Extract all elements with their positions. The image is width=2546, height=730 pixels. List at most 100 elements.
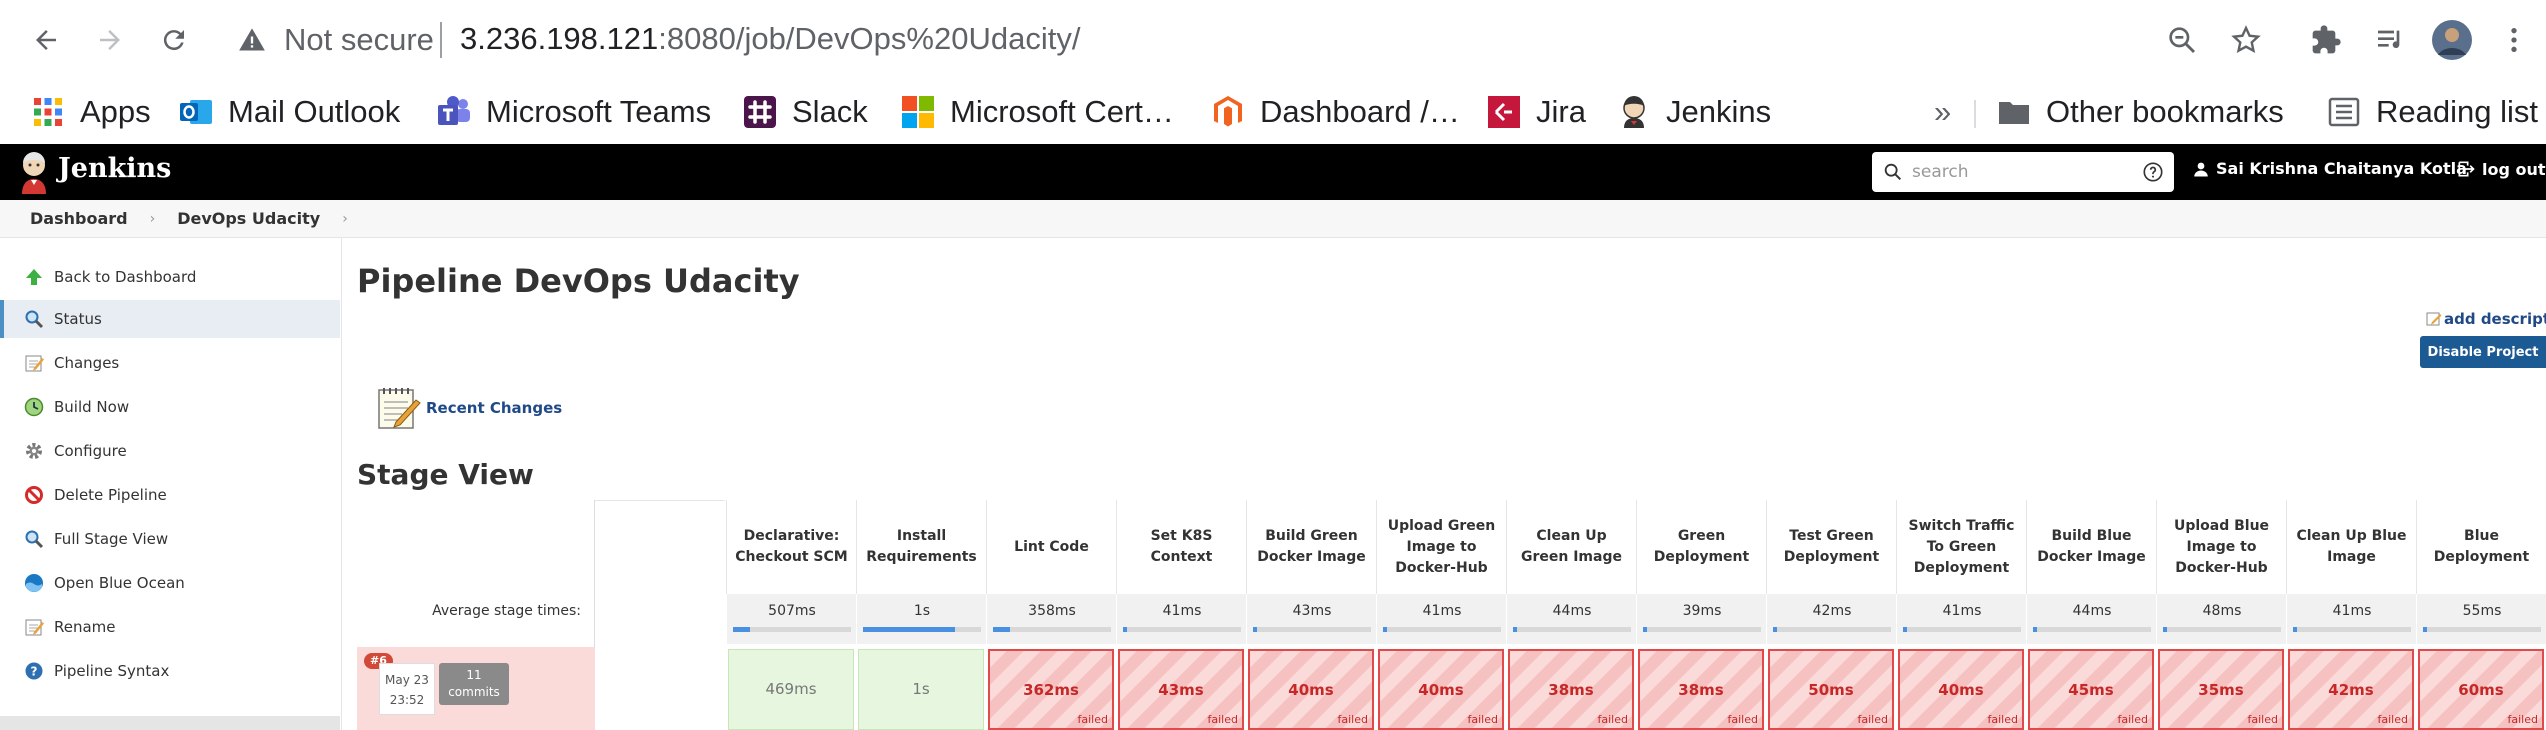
task-configure[interactable]: Configure: [0, 432, 340, 470]
task-back-to-dashboard[interactable]: Back to Dashboard: [0, 258, 340, 296]
bookmark-microsoft-teams[interactable]: Microsoft Teams: [436, 88, 711, 136]
jenkins-title[interactable]: Jenkins: [58, 153, 171, 184]
task-open-blue-ocean[interactable]: Open Blue Ocean: [0, 564, 340, 602]
stage-header[interactable]: Switch Traffic To Green Deployment: [1896, 500, 2026, 594]
task-changes[interactable]: Changes: [0, 344, 340, 382]
breadcrumb-devops-udacity[interactable]: DevOps Udacity: [177, 209, 320, 228]
stage-status-label: failed: [2377, 713, 2408, 726]
magnifier-icon: [25, 310, 44, 329]
browser-toolbar: Not secure 3.236.198.121:8080/job/DevOps…: [0, 0, 2546, 80]
task-rename[interactable]: Rename: [0, 608, 340, 646]
stage-result-cell[interactable]: 38ms failed: [1508, 649, 1634, 730]
menu-button[interactable]: [2490, 16, 2538, 64]
edit-icon: [2426, 312, 2442, 326]
bookmarks-bar: Apps Mail Outlook Microsoft Teams Slack …: [0, 80, 2546, 144]
breadcrumb-chevron-icon[interactable]: ›: [150, 211, 156, 227]
stage-average-bar-fill: [1513, 627, 1517, 632]
profile-button[interactable]: [2428, 16, 2476, 64]
add-description-link[interactable]: add description: [2426, 310, 2546, 328]
extensions-button[interactable]: [2302, 16, 2350, 64]
breadcrumb-chevron-icon[interactable]: ›: [342, 211, 348, 227]
stage-average-time: 43ms: [1292, 603, 1332, 619]
stage-result-cell[interactable]: 38ms failed: [1638, 649, 1764, 730]
stage-header[interactable]: Green Deployment: [1636, 500, 1766, 594]
help-circle-icon[interactable]: [2142, 161, 2164, 183]
stage-duration: 50ms: [1808, 681, 1854, 699]
stage-status-label: failed: [1597, 713, 1628, 726]
stage-result-cell[interactable]: 50ms failed: [1768, 649, 1894, 730]
stage-header[interactable]: Declarative: Checkout SCM: [726, 500, 856, 594]
task-delete-pipeline[interactable]: Delete Pipeline: [0, 476, 340, 514]
url-path: :8080/job/DevOps%20Udacity/: [658, 21, 1081, 56]
stage-result-cell[interactable]: 40ms failed: [1248, 649, 1374, 730]
stage-result-cell[interactable]: 1s: [858, 649, 984, 730]
back-button[interactable]: [18, 12, 74, 68]
reading-list-button[interactable]: Reading list: [2326, 88, 2538, 136]
stage-result-cell[interactable]: 60ms failed: [2418, 649, 2544, 730]
task-pipeline-syntax[interactable]: ? Pipeline Syntax: [0, 652, 340, 690]
stage-result-cell[interactable]: 45ms failed: [2028, 649, 2154, 730]
bookmark-star-button[interactable]: [2222, 16, 2270, 64]
recent-changes-link[interactable]: Recent Changes: [376, 384, 562, 432]
address-bar[interactable]: Not secure 3.236.198.121:8080/job/DevOps…: [218, 8, 2198, 72]
stage-average-time: 41ms: [1942, 603, 1982, 619]
bookmark-apps[interactable]: Apps: [30, 88, 151, 136]
task-full-stage-view[interactable]: Full Stage View: [0, 520, 340, 558]
stage-header[interactable]: Set K8S Context: [1116, 500, 1246, 594]
stage-header[interactable]: Upload Green Image to Docker-Hub: [1376, 500, 1506, 594]
stage-header[interactable]: Build Green Docker Image: [1246, 500, 1376, 594]
stage-result-cell[interactable]: 469ms: [728, 649, 854, 730]
logout-link[interactable]: log out: [2456, 159, 2546, 179]
stage-result-cell[interactable]: 35ms failed: [2158, 649, 2284, 730]
user-link[interactable]: Sai Krishna Chaitanya Kotla: [2192, 159, 2467, 178]
stage-status-label: failed: [1987, 713, 2018, 726]
forward-button[interactable]: [82, 12, 138, 68]
task-build-now[interactable]: Build Now: [0, 388, 340, 426]
bookmark-microsoft-cert[interactable]: Microsoft Cert…: [900, 88, 1174, 136]
stage-result-cell[interactable]: 40ms failed: [1898, 649, 2024, 730]
stage-average-time: 507ms: [768, 603, 816, 619]
bookmark-jira[interactable]: Jira: [1486, 88, 1586, 136]
bookmark-dashboard[interactable]: Dashboard /…: [1210, 88, 1460, 136]
stage-header[interactable]: Clean Up Green Image: [1506, 500, 1636, 594]
stage-view: Average stage times: #6 May 23 23:52 11 …: [357, 500, 2546, 730]
jenkins-logo-icon[interactable]: [14, 150, 54, 194]
user-icon: [2194, 162, 2208, 176]
task-status[interactable]: Status: [0, 300, 340, 338]
avatar: [2432, 20, 2472, 60]
stage-average-bar: [2423, 627, 2541, 632]
build-commits-badge[interactable]: 11 commits: [439, 663, 509, 705]
address-separator: [440, 22, 442, 58]
stage-column: Upload Blue Image to Docker-Hub 48ms 35ms f…: [2156, 500, 2286, 730]
stage-result-cell[interactable]: 42ms failed: [2288, 649, 2414, 730]
stage-header[interactable]: Clean Up Blue Image: [2286, 500, 2416, 594]
bookmark-label: Slack: [792, 94, 868, 129]
stage-header[interactable]: Blue Deployment: [2416, 500, 2546, 594]
other-bookmarks-folder[interactable]: Other bookmarks: [1996, 88, 2284, 136]
stage-header[interactable]: Upload Blue Image to Docker-Hub: [2156, 500, 2286, 594]
stage-header[interactable]: Build Blue Docker Image: [2026, 500, 2156, 594]
bookmark-jenkins[interactable]: Jenkins: [1616, 88, 1771, 136]
stage-header[interactable]: Install Requirements: [856, 500, 986, 594]
stage-average-bar-fill: [1123, 627, 1127, 632]
stage-header[interactable]: Lint Code: [986, 500, 1116, 594]
stage-status-label: failed: [1727, 713, 1758, 726]
stage-duration: 35ms: [2198, 681, 2244, 699]
stage-result-cell[interactable]: 40ms failed: [1378, 649, 1504, 730]
stage-result-cell[interactable]: 43ms failed: [1118, 649, 1244, 730]
bookmark-mail-outlook[interactable]: Mail Outlook: [178, 88, 400, 136]
stage-header[interactable]: Test Green Deployment: [1766, 500, 1896, 594]
zoom-button[interactable]: [2158, 16, 2206, 64]
stage-average-time: 41ms: [1422, 603, 1462, 619]
reload-button[interactable]: [146, 12, 202, 68]
stage-average-bar-fill: [863, 627, 955, 632]
no-entry-icon: [25, 486, 43, 504]
bookmark-slack[interactable]: Slack: [742, 88, 868, 136]
bookmarks-overflow-button[interactable]: »: [1934, 88, 1951, 136]
stage-average-bar-fill: [2423, 627, 2427, 632]
stage-result-cell[interactable]: 362ms failed: [988, 649, 1114, 730]
breadcrumb-dashboard[interactable]: Dashboard: [30, 209, 128, 228]
search-input[interactable]: [1912, 158, 2122, 186]
media-control-button[interactable]: [2366, 16, 2414, 64]
disable-project-button[interactable]: Disable Project: [2420, 336, 2546, 368]
